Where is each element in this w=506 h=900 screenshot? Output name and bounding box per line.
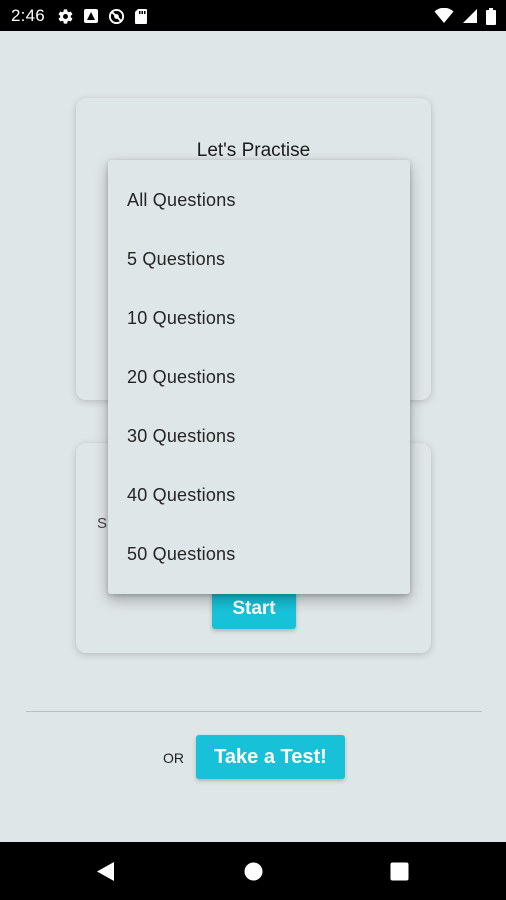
status-bar: 2:46 xyxy=(0,0,506,31)
dropdown-list: All Questions 5 Questions 10 Questions 2… xyxy=(108,160,410,584)
divider xyxy=(26,711,482,712)
sync-disabled-icon xyxy=(108,8,125,25)
navigation-bar xyxy=(0,842,506,900)
dropdown-option-5[interactable]: 5 Questions xyxy=(108,230,410,289)
status-icons-left xyxy=(57,7,148,25)
practice-card-title: Let's Practise xyxy=(196,140,311,161)
or-label: OR xyxy=(163,750,184,766)
question-count-dropdown: All Questions 5 Questions 10 Questions 2… xyxy=(108,160,410,594)
status-icons-right xyxy=(434,7,496,25)
recents-icon[interactable] xyxy=(390,862,409,886)
dropdown-option-30[interactable]: 30 Questions xyxy=(108,407,410,466)
status-time: 2:46 xyxy=(11,6,45,25)
signal-icon xyxy=(462,8,478,24)
take-test-button[interactable]: Take a Test! xyxy=(196,735,345,779)
contrast-app-icon xyxy=(83,8,99,24)
battery-icon xyxy=(486,7,496,25)
start-button[interactable]: Start xyxy=(212,589,296,629)
home-icon[interactable] xyxy=(244,862,263,886)
test-card-label: S xyxy=(97,515,108,532)
dropdown-option-40[interactable]: 40 Questions xyxy=(108,466,410,525)
dropdown-option-10[interactable]: 10 Questions xyxy=(108,289,410,348)
wifi-icon xyxy=(434,8,454,24)
gear-icon xyxy=(57,8,74,25)
dropdown-option-20[interactable]: 20 Questions xyxy=(108,348,410,407)
dropdown-option-all[interactable]: All Questions xyxy=(108,171,410,230)
back-icon[interactable] xyxy=(96,861,115,887)
sd-card-icon xyxy=(134,8,148,25)
dropdown-option-50[interactable]: 50 Questions xyxy=(108,525,410,584)
